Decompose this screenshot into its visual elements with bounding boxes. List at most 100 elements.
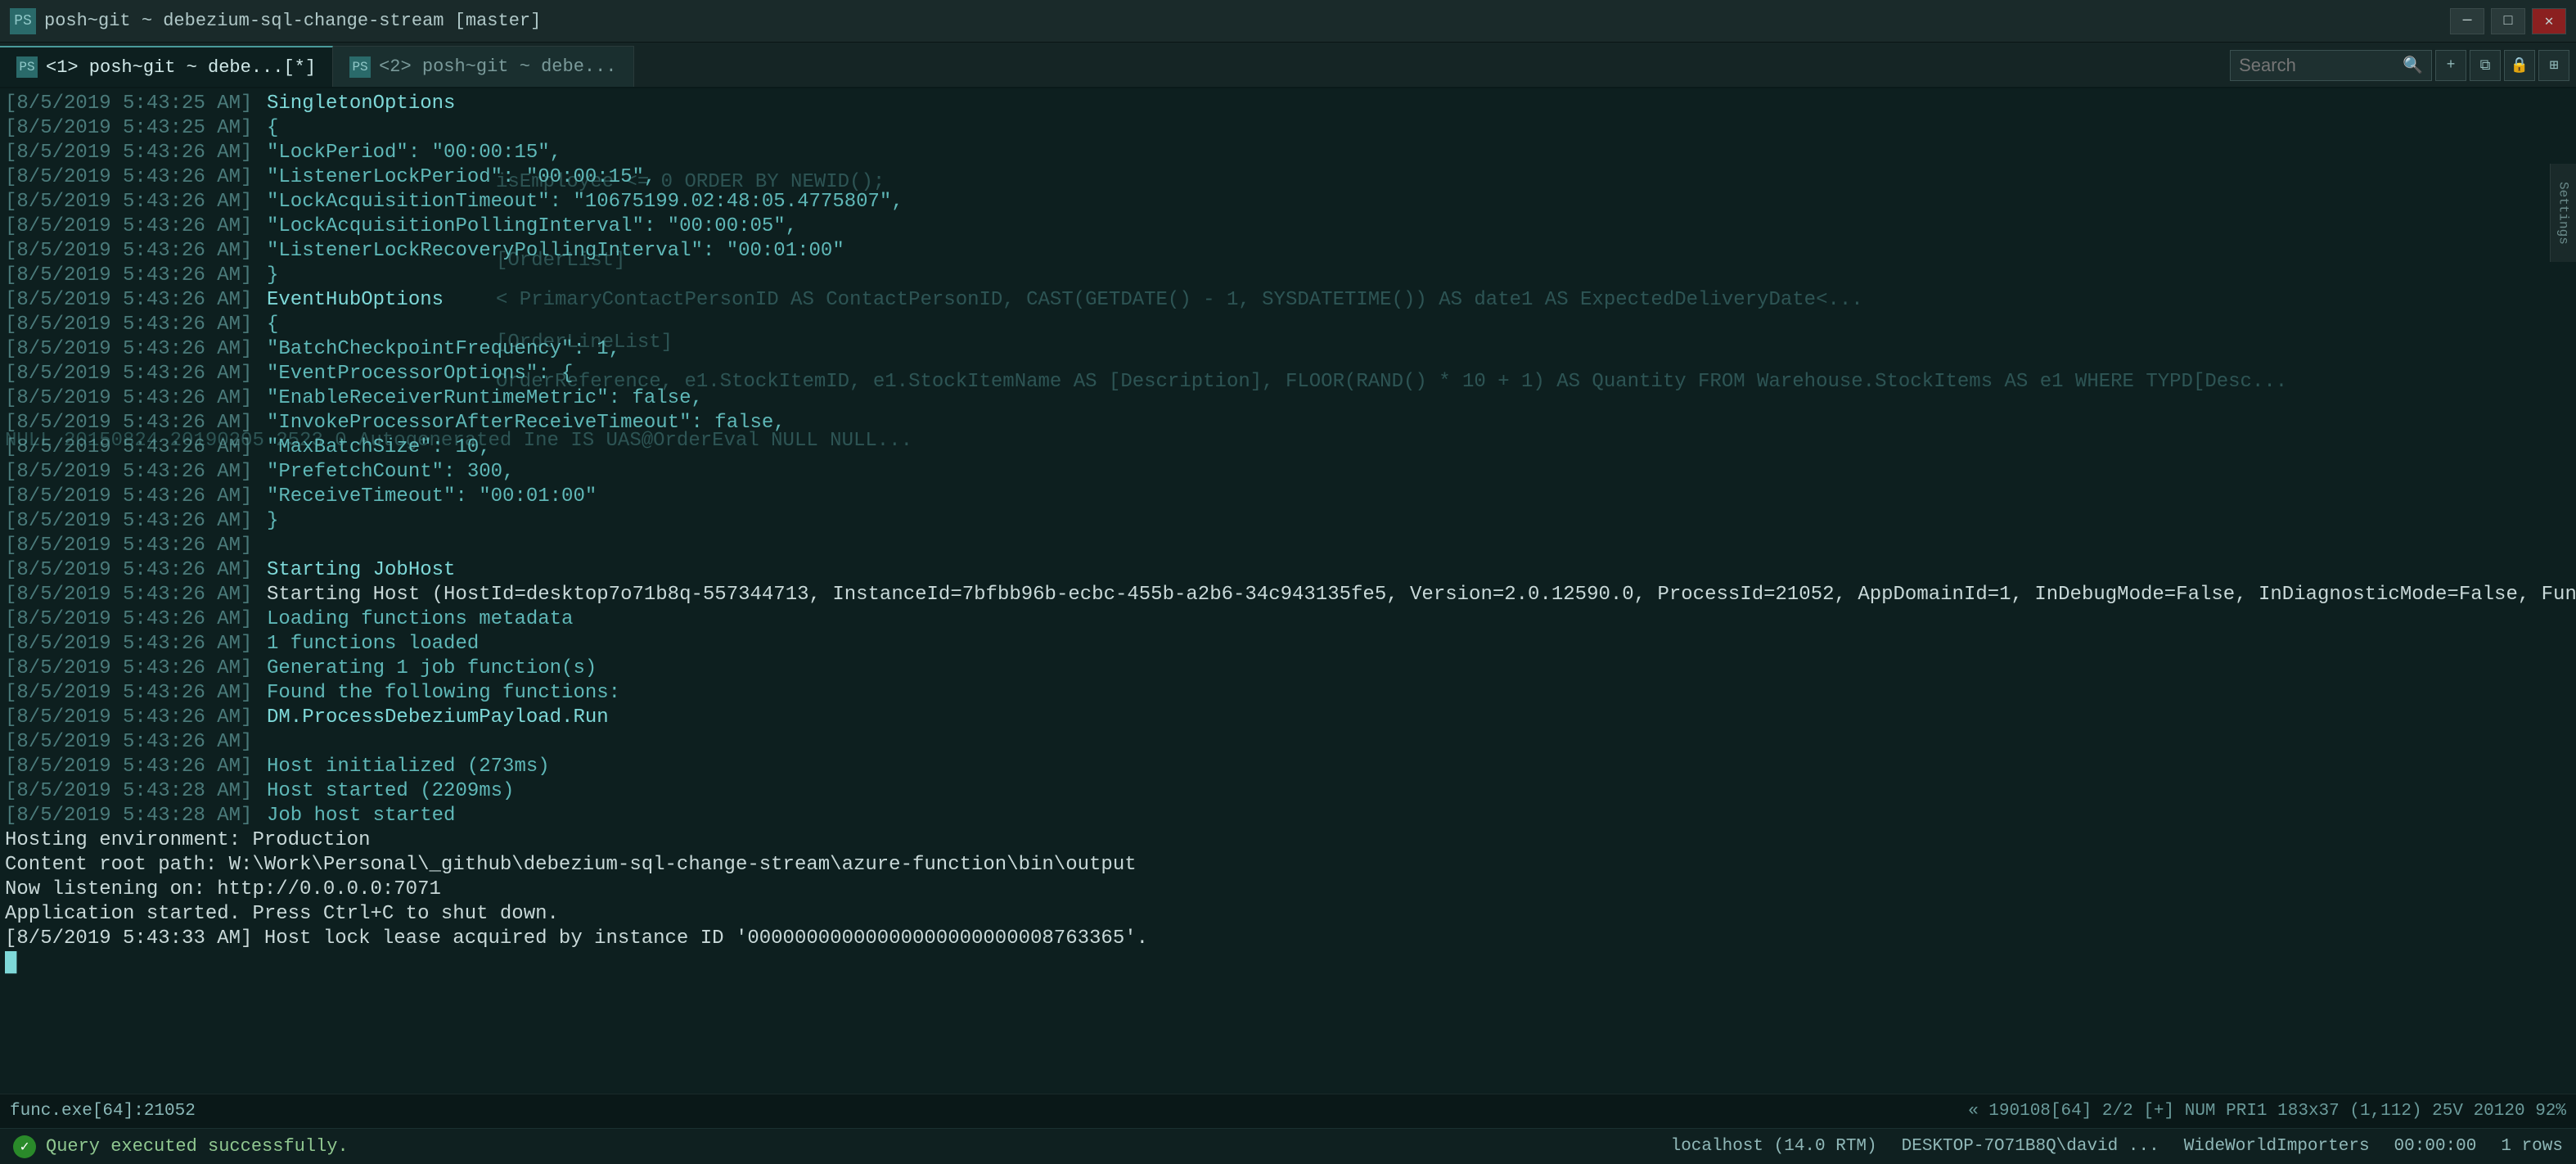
timestamp: [8/5/2019 5:43:26 AM] <box>5 362 267 386</box>
terminal-line: [8/5/2019 5:43:26 AM] "BatchCheckpointFr… <box>0 337 2576 362</box>
timestamp: [8/5/2019 5:43:26 AM] <box>5 632 267 656</box>
overlay-line: [OrderList] <box>491 249 630 273</box>
line-content: DM.ProcessDebeziumPayload.Run <box>267 706 609 730</box>
settings-tab[interactable]: Settings <box>2550 164 2576 262</box>
line-content: Starting JobHost <box>267 558 455 583</box>
timestamp: [8/5/2019 5:43:26 AM] <box>5 681 267 706</box>
line-content: Hosting environment: Production <box>5 828 370 853</box>
terminal-line: [8/5/2019 5:43:26 AM] { <box>0 313 2576 337</box>
timestamp: [8/5/2019 5:43:26 AM] <box>5 558 267 583</box>
terminal-line: [8/5/2019 5:43:26 AM] Loading functions … <box>0 607 2576 632</box>
split-button[interactable]: ⧉ <box>2470 50 2501 81</box>
toolbar-right: 🔍 + ⧉ 🔒 ⊞ <box>2230 43 2576 88</box>
timestamp: [8/5/2019 5:43:26 AM] <box>5 214 267 239</box>
grid-button[interactable]: ⊞ <box>2538 50 2569 81</box>
timestamp: [8/5/2019 5:43:26 AM] <box>5 386 267 411</box>
line-content: Job host started <box>267 804 455 828</box>
terminal-line: [8/5/2019 5:43:28 AM] Host started (2209… <box>0 779 2576 804</box>
notify-database: WideWorldImporters <box>2184 1137 2370 1156</box>
line-content: Generating 1 job function(s) <box>267 656 597 681</box>
notify-time: 00:00:00 <box>2394 1137 2477 1156</box>
terminal-line: [8/5/2019 5:43:26 AM] "ListenerLockPerio… <box>0 165 2576 190</box>
maximize-button[interactable]: □ <box>2491 8 2525 34</box>
line-content: "LockAcquisitionPollingInterval": "00:00… <box>267 214 797 239</box>
window-title: posh~git ~ debezium-sql-change-stream [m… <box>44 11 541 31</box>
notify-desktop: DESKTOP-7O71B8Q\david ... <box>1902 1137 2159 1156</box>
terminal-line: [8/5/2019 5:43:26 AM] "ListenerLockRecov… <box>0 239 2576 264</box>
line-content: Found the following functions: <box>267 681 620 706</box>
timestamp: [8/5/2019 5:43:25 AM] <box>5 116 267 141</box>
notify-host: localhost (14.0 RTM) <box>1671 1137 1877 1156</box>
terminal-line: [8/5/2019 5:43:26 AM] "PrefetchCount": 3… <box>0 460 2576 485</box>
tab-2-label: <2> posh~git ~ debe... <box>379 56 616 77</box>
timestamp: [8/5/2019 5:43:26 AM] <box>5 460 267 485</box>
status-left: func.exe[64]:21052 <box>10 1102 196 1121</box>
timestamp: [8/5/2019 5:43:26 AM] <box>5 313 267 337</box>
tab-1-icon: PS <box>16 56 38 78</box>
terminal-line: [8/5/2019 5:43:26 AM] Generating 1 job f… <box>0 656 2576 681</box>
overlay-line: OrderReference, e1.StockItemID, e1.Stock… <box>491 370 2292 395</box>
terminal-line: Application started. Press Ctrl+C to shu… <box>0 902 2576 927</box>
status-info: « 190108[64] 2/2 [+] NUM PRI1 183x37 (1,… <box>1968 1102 2566 1121</box>
notify-message: Query executed successfully. <box>46 1136 349 1157</box>
status-right: « 190108[64] 2/2 [+] NUM PRI1 183x37 (1,… <box>1968 1102 2566 1121</box>
line-content: "LockPeriod": "00:00:15", <box>267 141 561 165</box>
cursor: █ <box>5 951 16 976</box>
overlay-line: < PrimaryContactPersonID AS ContactPerso… <box>491 288 1868 313</box>
terminal-line: [8/5/2019 5:43:26 AM] Starting JobHost <box>0 558 2576 583</box>
timestamp: [8/5/2019 5:43:26 AM] <box>5 264 267 288</box>
terminal-line: Hosting environment: Production <box>0 828 2576 853</box>
search-input[interactable] <box>2239 55 2403 76</box>
timestamp: [8/5/2019 5:43:26 AM] <box>5 607 267 632</box>
line-content: SingletonOptions <box>267 92 455 116</box>
terminal-line: [8/5/2019 5:43:26 AM] Found the followin… <box>0 681 2576 706</box>
timestamp: [8/5/2019 5:43:26 AM] <box>5 656 267 681</box>
terminal-line: [8/5/2019 5:43:26 AM] "ReceiveTimeout": … <box>0 485 2576 509</box>
line-content: { <box>267 313 278 337</box>
terminal-line: [8/5/2019 5:43:26 AM] } <box>0 509 2576 534</box>
line-content: Content root path: W:\Work\Personal\_git… <box>5 853 1137 878</box>
close-button[interactable]: ✕ <box>2532 8 2566 34</box>
timestamp: [8/5/2019 5:43:26 AM] <box>5 706 267 730</box>
timestamp: [8/5/2019 5:43:26 AM] <box>5 239 267 264</box>
timestamp: [8/5/2019 5:43:26 AM] <box>5 288 267 313</box>
line-content: Host initialized (273ms) <box>267 755 550 779</box>
terminal-line: [8/5/2019 5:43:26 AM] "LockAcquisitionPo… <box>0 214 2576 239</box>
terminal-area[interactable]: [8/5/2019 5:43:25 AM] SingletonOptions[8… <box>0 88 2576 1094</box>
app-icon: PS <box>10 8 36 34</box>
tab-1[interactable]: PS <1> posh~git ~ debe...[*] <box>0 46 333 87</box>
terminal-line: [8/5/2019 5:43:26 AM] 1 functions loaded <box>0 632 2576 656</box>
tab-bar: PS <1> posh~git ~ debe...[*] PS <2> posh… <box>0 43 2576 88</box>
timestamp: [8/5/2019 5:43:26 AM] <box>5 485 267 509</box>
line-content: } <box>267 509 278 534</box>
timestamp: [8/5/2019 5:43:25 AM] <box>5 92 267 116</box>
notify-bar: ✓ Query executed successfully. localhost… <box>0 1128 2576 1164</box>
terminal-line: [8/5/2019 5:43:26 AM] <box>0 534 2576 558</box>
timestamp: [8/5/2019 5:43:26 AM] <box>5 755 267 779</box>
search-box[interactable]: 🔍 <box>2230 50 2432 81</box>
lock-button[interactable]: 🔒 <box>2504 50 2535 81</box>
notify-rows: 1 rows <box>2501 1137 2563 1156</box>
success-icon: ✓ <box>13 1135 36 1158</box>
overlay-line: NULL 20150824 20190205 2523 0 Autogenera… <box>0 429 917 453</box>
line-content: Application started. Press Ctrl+C to shu… <box>5 902 559 927</box>
line-content: "ReceiveTimeout": "00:01:00" <box>267 485 597 509</box>
timestamp: [8/5/2019 5:43:26 AM] <box>5 509 267 534</box>
terminal-line: [8/5/2019 5:43:26 AM] "LockPeriod": "00:… <box>0 141 2576 165</box>
notify-right: localhost (14.0 RTM) DESKTOP-7O71B8Q\dav… <box>1671 1137 2563 1156</box>
timestamp: [8/5/2019 5:43:26 AM] <box>5 337 267 362</box>
timestamp: [8/5/2019 5:43:26 AM] <box>5 534 267 558</box>
terminal-line: [8/5/2019 5:43:33 AM] Host lock lease ac… <box>0 927 2576 951</box>
line-content: Host started (2209ms) <box>267 779 514 804</box>
terminal-line: [8/5/2019 5:43:26 AM] Host initialized (… <box>0 755 2576 779</box>
line-content: [8/5/2019 5:43:33 AM] Host lock lease ac… <box>5 927 1148 951</box>
timestamp: [8/5/2019 5:43:26 AM] <box>5 165 267 190</box>
line-content: } <box>267 264 278 288</box>
minimize-button[interactable]: ─ <box>2450 8 2484 34</box>
tab-2[interactable]: PS <2> posh~git ~ debe... <box>333 46 633 87</box>
line-content: 1 functions loaded <box>267 632 479 656</box>
add-button[interactable]: + <box>2435 50 2466 81</box>
line-content: { <box>267 116 278 141</box>
tab-1-label: <1> posh~git ~ debe...[*] <box>46 57 316 78</box>
timestamp: [8/5/2019 5:43:26 AM] <box>5 583 267 607</box>
